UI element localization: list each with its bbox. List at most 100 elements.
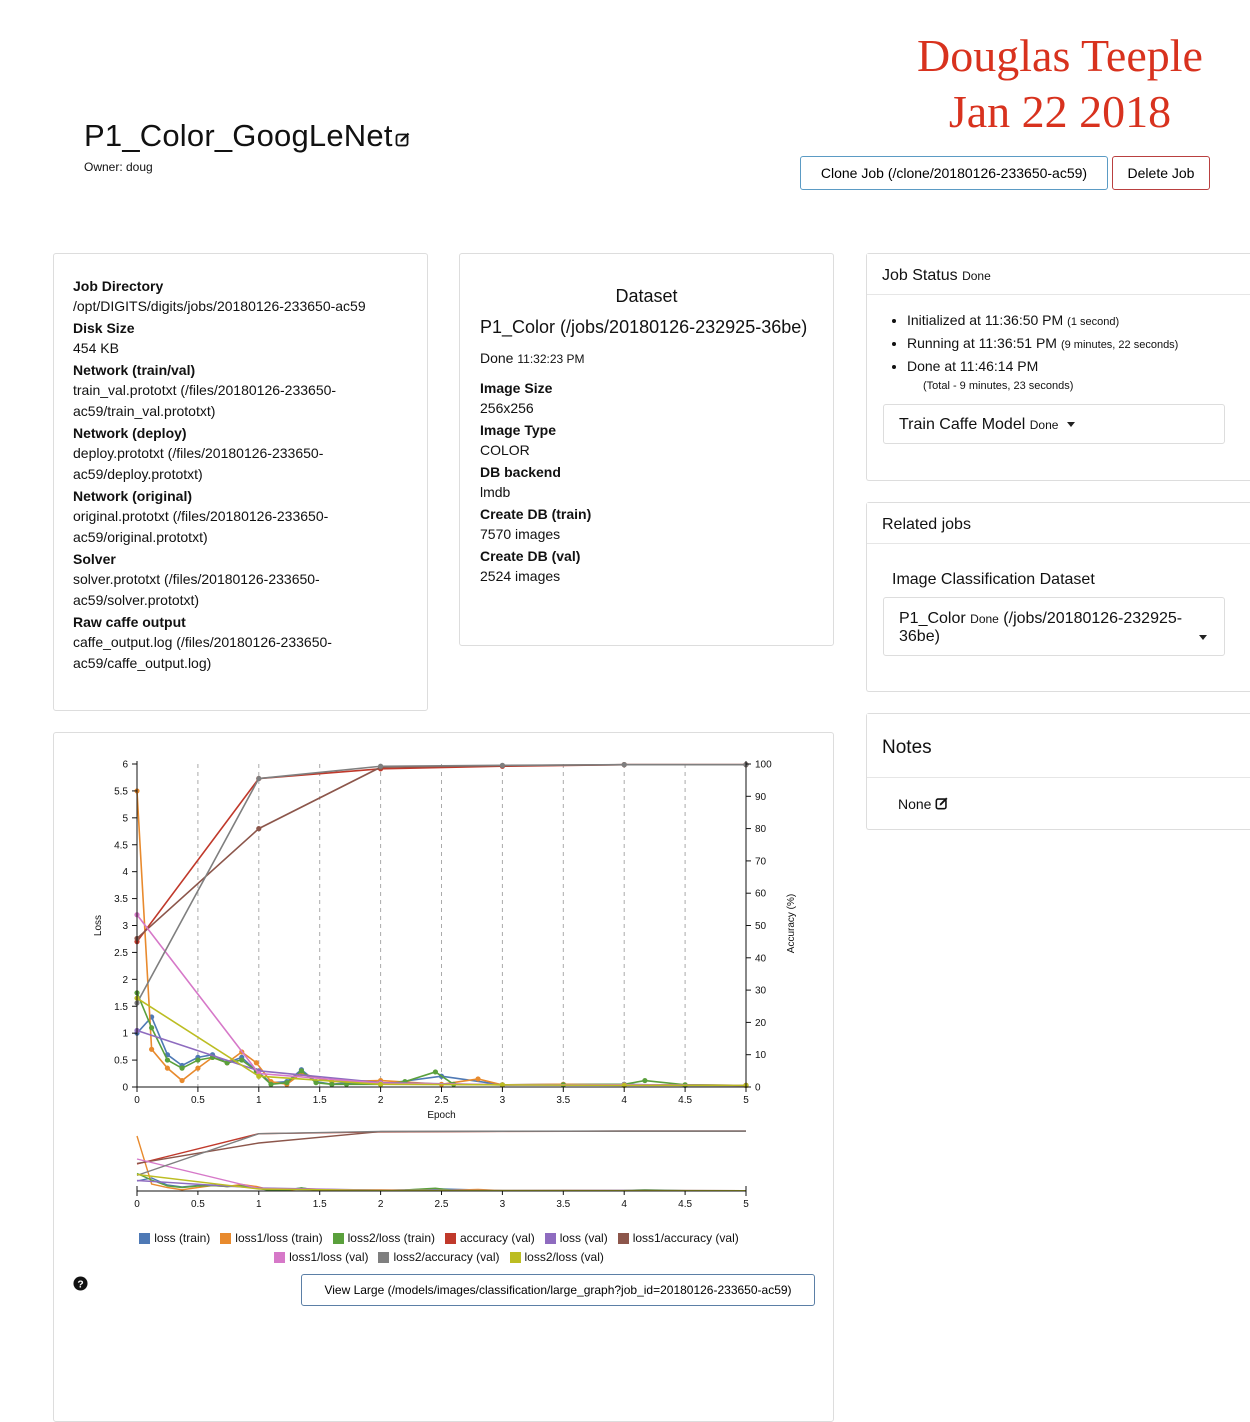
data-point [268, 1081, 274, 1087]
legend-swatch [544, 1233, 556, 1244]
x-tick-label: 5 [743, 1095, 749, 1106]
notes-content: None [898, 796, 949, 812]
notes-panel: Notes None [866, 713, 1250, 830]
y-tick-label: 3 [122, 921, 128, 932]
legend-swatch [509, 1252, 521, 1263]
dataset-panel: Dataset P1_Color (/jobs/20180126-232925-… [459, 253, 834, 646]
related-job-name[interactable]: P1_Color [899, 610, 966, 627]
overview-x-tick-label: 2.5 [435, 1199, 449, 1210]
data-point [256, 775, 262, 782]
job-info-panel: Job Directory/opt/DIGITS/digits/jobs/201… [53, 253, 428, 711]
related-jobs-title: Related jobs [882, 516, 971, 533]
svg-text:?: ? [77, 1279, 83, 1290]
dataset-fields: Image Size 256x256 Image Type COLOR DB backe… [480, 378, 813, 587]
job-status-panel: Job Status Done Initialized at 11:36:50 … [866, 253, 1250, 481]
x-axis-label: Epoch [427, 1110, 455, 1121]
job-status-header: Job Status Done [867, 254, 1250, 295]
data-point [378, 1081, 384, 1087]
train-caffe-model-dropdown[interactable]: Train Caffe Model Done [883, 404, 1225, 444]
status-event-text: Running at 11:36:51 PM [907, 335, 1057, 351]
delete-job-button[interactable]: Delete Job [1112, 156, 1210, 190]
status-event-duration: (1 second) [1067, 316, 1120, 328]
dataset-field-value: lmdb [480, 484, 511, 500]
dataset-status-text: Done [480, 350, 514, 366]
data-point [253, 1060, 259, 1066]
data-point [195, 1065, 201, 1071]
x-tick-label: 4 [621, 1095, 627, 1106]
info-value[interactable]: original.prototxt (/files/20180126-23365… [73, 506, 408, 548]
related-job-path-cont[interactable]: 36be) [899, 628, 940, 645]
notes-title: Notes [882, 737, 932, 758]
training-chart[interactable]: 0 0.5 1 1.5 2 2.5 3 3.5 4 4.5 500.511.522.533.544.… [54, 733, 835, 1293]
x-tick-label: 2 [378, 1095, 384, 1106]
overview-series-line [136, 1172, 747, 1192]
clone-job-button[interactable]: Clone Job (/clone/20180126-233650-ac59) [800, 156, 1108, 190]
status-event: Initialized at 11:36:50 PM(1 second) [907, 310, 1250, 333]
info-label: Raw caffe output [73, 614, 186, 630]
notes-header: Notes [867, 714, 1250, 778]
job-info-list: Job Directory/opt/DIGITS/digits/jobs/201… [73, 276, 408, 674]
legend-item[interactable]: loss (val) [544, 1229, 608, 1248]
info-value[interactable]: solver.prototxt (/files/20180126-233650-… [73, 569, 408, 611]
overview-x-tick-label: 3.5 [556, 1199, 570, 1210]
x-tick-label: 1.5 [313, 1095, 327, 1106]
y-tick-label: 3.5 [114, 894, 128, 905]
legend-swatch [332, 1233, 344, 1244]
help-icon[interactable]: ? [73, 1276, 88, 1291]
info-value[interactable]: train_val.prototxt (/files/20180126-2336… [73, 380, 408, 422]
y-tick-label: 0.5 [114, 1056, 128, 1067]
related-job-path[interactable]: (/jobs/20180126-232925- [1003, 610, 1182, 627]
edit-icon[interactable] [935, 796, 949, 810]
edit-icon[interactable] [395, 131, 411, 147]
legend-label: accuracy (val) [460, 1231, 535, 1245]
info-value: /opt/DIGITS/digits/jobs/20180126-233650-… [73, 298, 366, 314]
signature-date: Jan 22 2018 [948, 86, 1172, 137]
info-label: Network (deploy) [73, 425, 187, 441]
y-tick-label: 4.5 [114, 840, 128, 851]
y2-axis-label: Accuracy (%) [786, 894, 797, 953]
overview-x-tick-label: 0 [134, 1199, 140, 1210]
legend-item[interactable]: accuracy (val) [445, 1229, 535, 1248]
overview-x-tick-label: 0.5 [191, 1199, 205, 1210]
x-tick-label: 2.5 [435, 1095, 449, 1106]
legend-item[interactable]: loss2/loss (train) [332, 1229, 435, 1248]
status-event: Running at 11:36:51 PM(9 minutes, 22 sec… [907, 333, 1250, 356]
legend-item[interactable]: loss1/accuracy (val) [617, 1229, 739, 1248]
related-jobs-header: Related jobs [867, 503, 1250, 544]
info-value: 454 KB [73, 340, 119, 356]
signature-name: Douglas Teeple [917, 30, 1203, 81]
dataset-status: Done 11:32:23 PM [480, 350, 813, 366]
related-dataset-dropdown[interactable]: P1_Color Done (/jobs/20180126-232925- 36… [883, 597, 1225, 656]
x-tick-label: 0 [134, 1095, 140, 1106]
data-point [499, 762, 505, 768]
legend-label: loss2/loss (train) [347, 1231, 435, 1245]
y-tick-label: 1.5 [114, 1002, 128, 1013]
dataset-field-label: Create DB (val) [480, 548, 581, 564]
legend-label: loss (val) [559, 1231, 608, 1245]
legend-item[interactable]: loss (train) [139, 1229, 210, 1248]
view-large-button[interactable]: View Large (/models/images/classificatio… [301, 1274, 815, 1306]
y2-tick-label: 90 [755, 792, 767, 803]
y2-tick-label: 60 [755, 889, 767, 900]
info-value[interactable]: caffe_output.log (/files/20180126-233650… [73, 632, 408, 674]
info-value[interactable]: deploy.prototxt (/files/20180126-233650-… [73, 443, 408, 485]
notes-value: None [898, 796, 932, 812]
dataset-link[interactable]: P1_Color (/jobs/20180126-232925-36be) [480, 317, 813, 337]
job-status-title: Job Status [882, 267, 958, 284]
status-timeline: Initialized at 11:36:50 PM(1 second)Runn… [867, 310, 1250, 379]
x-tick-label: 4.5 [678, 1095, 692, 1106]
legend-swatch [445, 1233, 456, 1244]
legend-item[interactable]: loss2/loss (val) [509, 1248, 604, 1267]
y2-tick-label: 40 [755, 953, 767, 964]
y-tick-label: 5 [122, 813, 128, 824]
overview-x-tick-label: 1 [256, 1199, 262, 1210]
y2-tick-label: 70 [755, 856, 767, 867]
x-tick-label: 1 [256, 1095, 262, 1106]
legend-item[interactable]: loss2/accuracy (val) [378, 1248, 500, 1267]
dataset-heading: Dataset [615, 286, 678, 306]
info-label: Network (original) [73, 488, 193, 504]
legend-item[interactable]: loss1/loss (val) [274, 1248, 368, 1267]
data-point [179, 1065, 185, 1071]
legend-item[interactable]: loss1/loss (train) [220, 1229, 323, 1248]
y-tick-label: 6 [122, 760, 128, 771]
